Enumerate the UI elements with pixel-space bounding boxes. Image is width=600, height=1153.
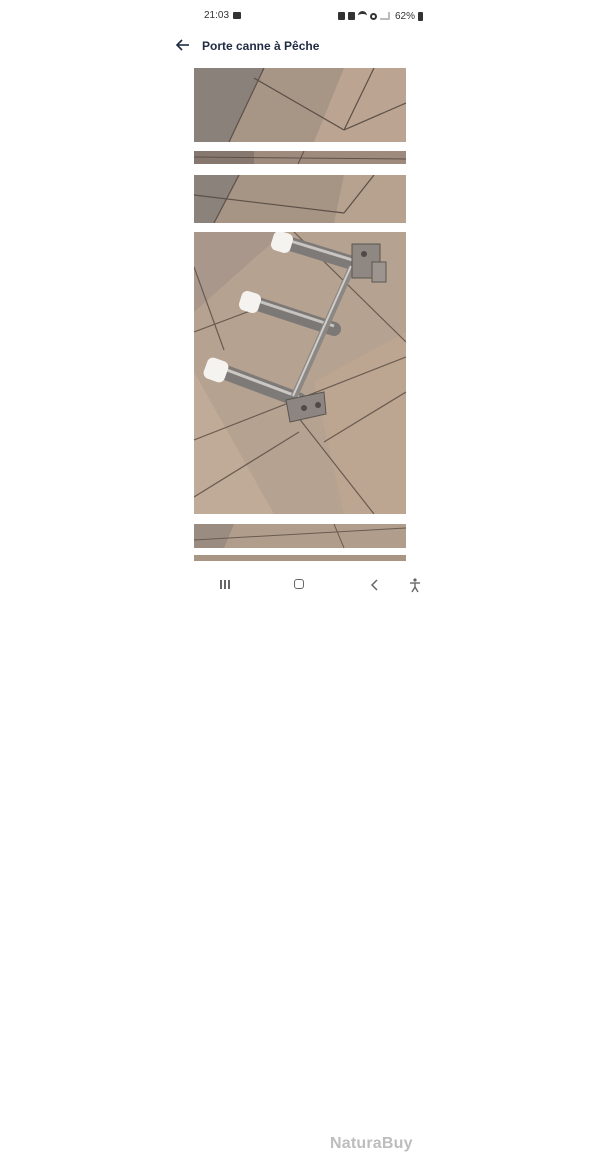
recents-icon[interactable] bbox=[216, 576, 234, 594]
gallery-photo[interactable] bbox=[194, 524, 406, 548]
arrow-left-icon bbox=[175, 39, 189, 51]
photo-tiled-floor-strip bbox=[194, 151, 406, 164]
gallery-photo-main[interactable] bbox=[194, 232, 406, 514]
signal-icon bbox=[380, 12, 390, 20]
status-icons: 62% bbox=[338, 9, 424, 23]
app-header: Porte canne à Pêche bbox=[0, 32, 600, 60]
wifi-call-icon bbox=[370, 12, 377, 20]
gallery-photo[interactable] bbox=[194, 175, 406, 223]
page-title: Porte canne à Pêche bbox=[202, 39, 320, 53]
gallery-photo[interactable] bbox=[194, 68, 406, 142]
back-button[interactable] bbox=[172, 34, 194, 56]
status-bar: 21:03 62% bbox=[0, 0, 600, 32]
battery-icon bbox=[418, 11, 424, 21]
notification-icon bbox=[348, 12, 355, 20]
gallery-photo[interactable] bbox=[194, 555, 406, 561]
accessibility-icon[interactable] bbox=[406, 576, 424, 594]
wifi-icon bbox=[358, 11, 367, 21]
status-time: 21:03 bbox=[204, 10, 230, 21]
photo-tiled-floor-strip bbox=[194, 555, 406, 561]
photo-tiled-floor bbox=[194, 175, 406, 223]
watermark: NaturaBuy bbox=[330, 1135, 413, 1152]
photo-rod-holder bbox=[194, 232, 406, 514]
gallery-photo[interactable] bbox=[194, 151, 406, 164]
photo-tiled-floor bbox=[194, 524, 406, 548]
gallery-icon bbox=[233, 12, 241, 19]
system-nav-bar: NaturaBuy bbox=[0, 570, 600, 1152]
notification-icon bbox=[338, 12, 345, 20]
battery-percent: 62% bbox=[395, 10, 416, 22]
home-icon[interactable] bbox=[291, 576, 309, 594]
back-icon[interactable] bbox=[366, 576, 384, 594]
photo-tiled-floor bbox=[194, 68, 406, 142]
